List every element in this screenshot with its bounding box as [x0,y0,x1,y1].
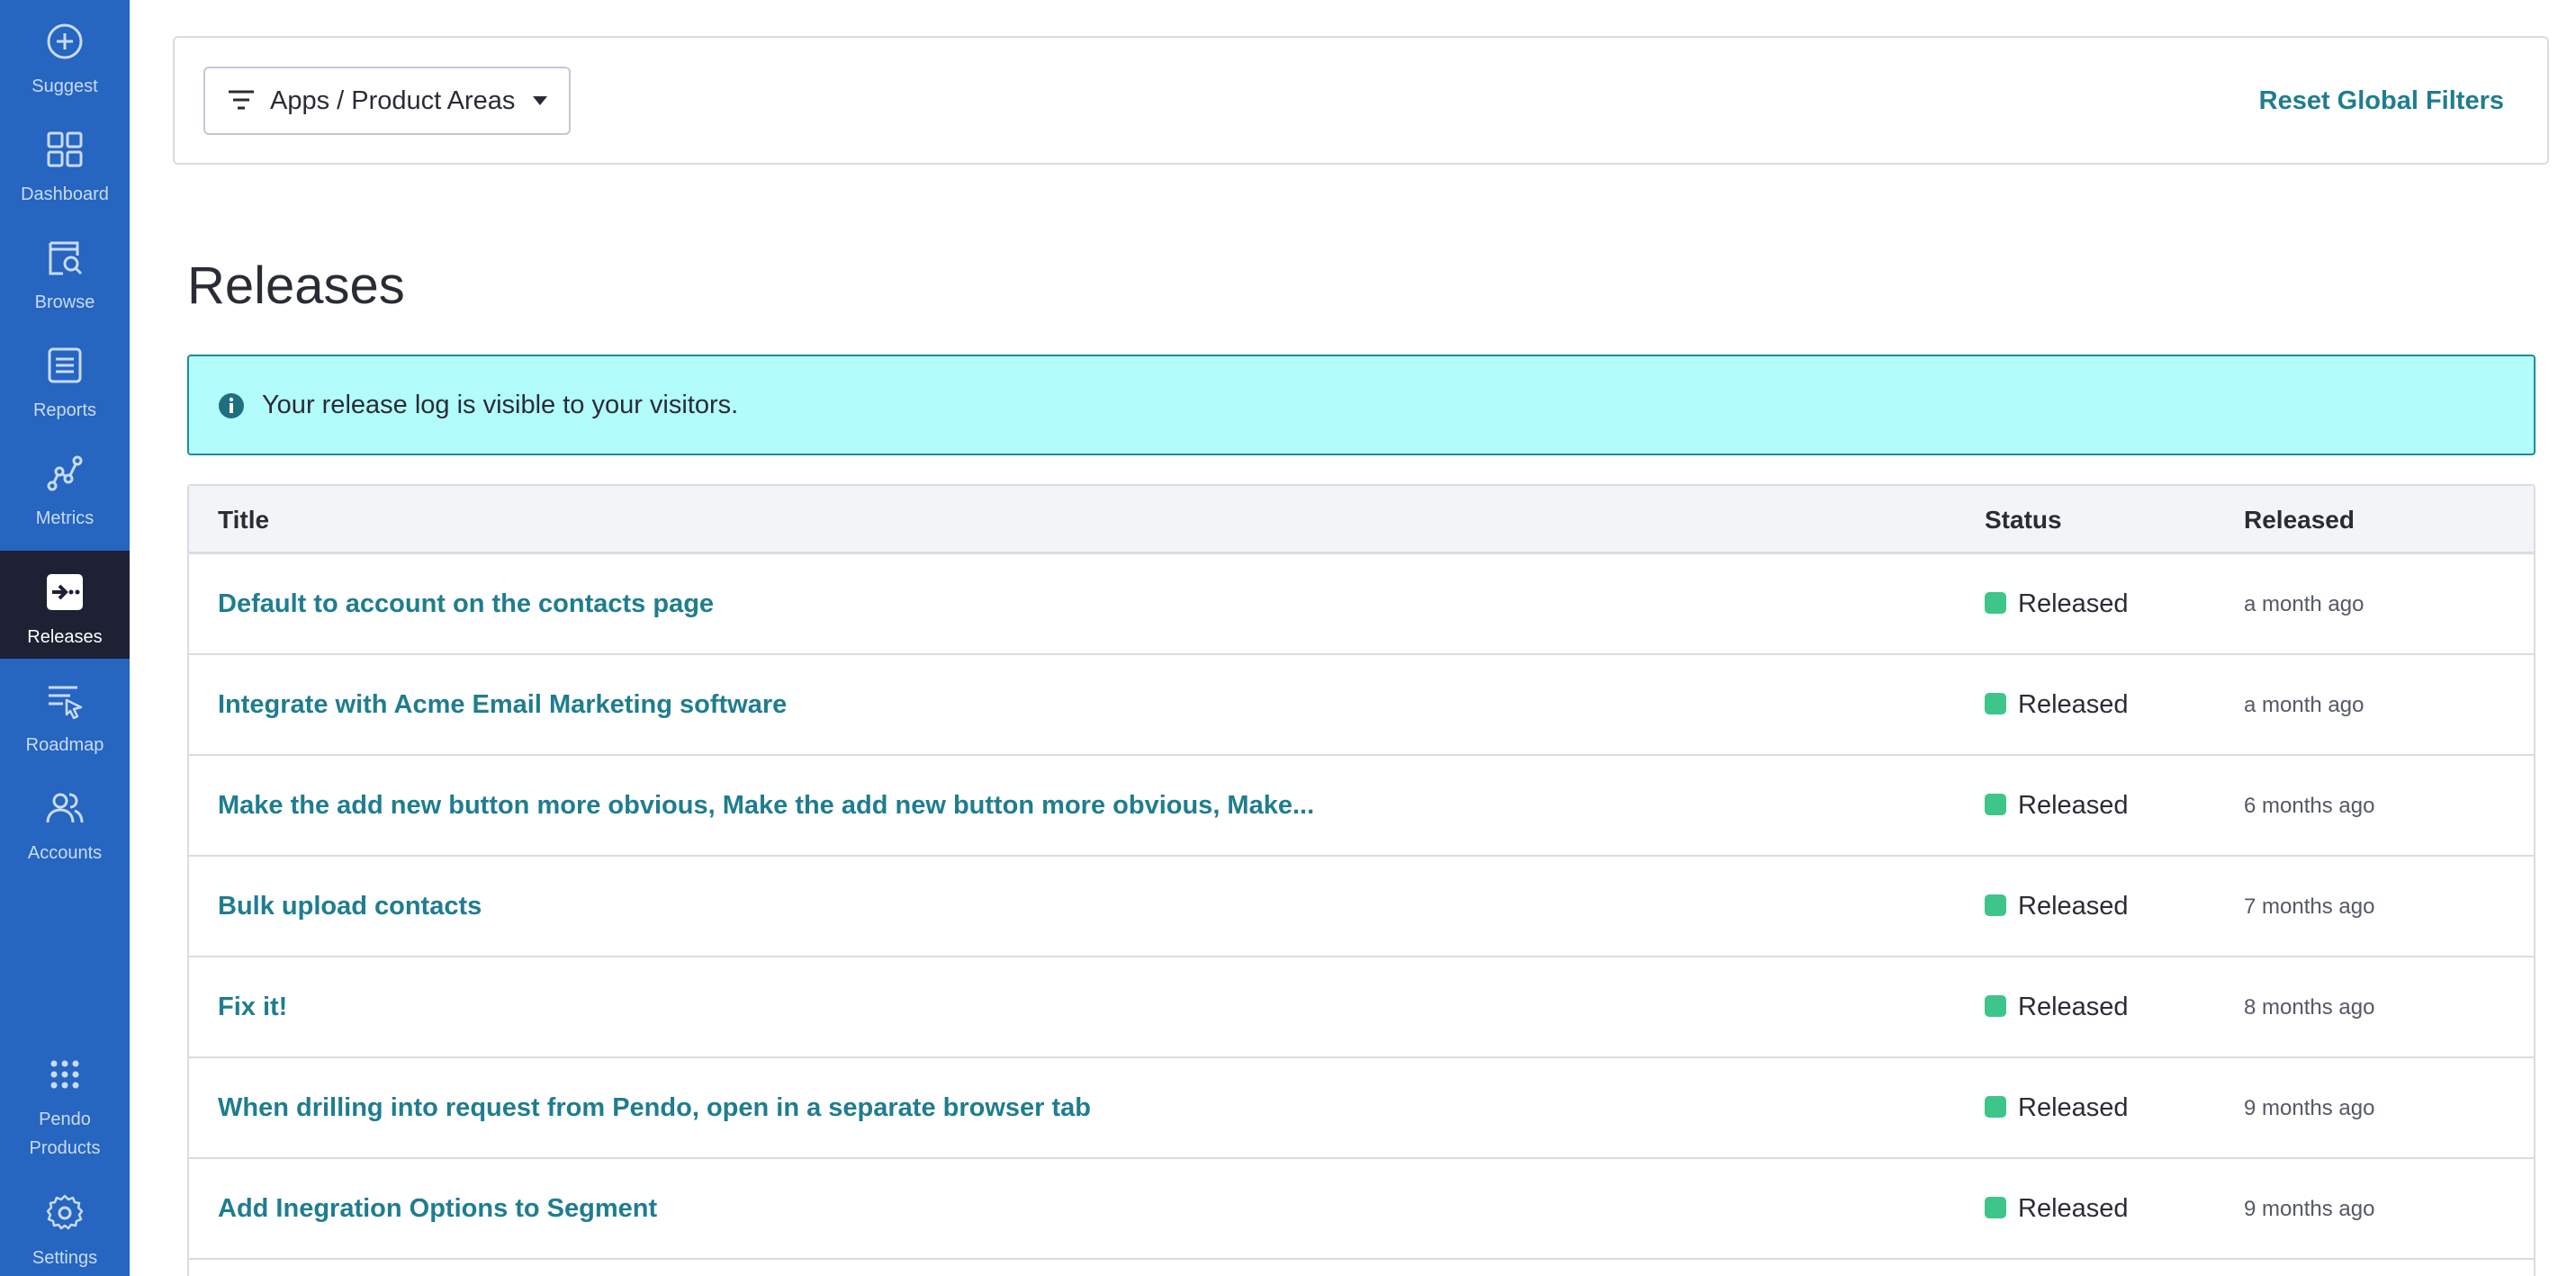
table-row: Fix it! Released 8 months ago [189,957,2534,1058]
release-title-link[interactable]: Default to account on the contacts page [218,554,714,653]
table-header: Title Status Released [189,486,2534,554]
releases-table: Title Status Released Default to account… [187,484,2535,1276]
grid-icon [47,131,83,167]
status-indicator [1985,894,2006,916]
released-date: 9 months ago [2244,1096,2375,1120]
status-text: Released [2018,892,2129,921]
table-row: Bulk upload contacts Released 7 months a… [189,857,2534,957]
column-header-title[interactable]: Title [218,486,269,554]
global-filter-bar: Apps / Product Areas Reset Global Filter… [173,36,2549,165]
sidebar-item-browse[interactable]: Browse [0,216,130,324]
gear-icon [46,1194,84,1230]
sidebar-item-releases[interactable]: Releases [0,551,130,659]
sidebar-item-label-line1: Pendo [39,1110,91,1129]
release-title-link[interactable]: Fix it! [218,957,287,1056]
apps-grid-dots-icon [50,1060,79,1089]
sidebar-item-label: Pendo Products [30,1105,101,1163]
sidebar-item-label-line2: Products [29,1138,101,1158]
sidebar-item-settings[interactable]: Settings [0,1172,130,1276]
sidebar-item-roadmap[interactable]: Roadmap [0,659,130,767]
sidebar-item-label: Releases [27,627,103,647]
status-indicator [1985,794,2006,815]
released-date: a month ago [2244,592,2364,616]
sidebar: Suggest Dashboard Browse Reports Metrics… [0,0,130,1276]
sidebar-item-label: Suggest [32,76,98,96]
sidebar-item-pendo-products[interactable]: Pendo Products [0,1033,130,1168]
sidebar-item-suggest[interactable]: Suggest [0,0,130,108]
sidebar-item-label: Browse [34,292,95,312]
reset-global-filters-link[interactable]: Reset Global Filters [2259,83,2504,119]
users-icon [46,793,84,823]
status-indicator [1985,1197,2006,1218]
release-title-link[interactable]: When drilling into request from Pendo, o… [218,1058,1091,1157]
status-text: Released [2018,589,2129,618]
sidebar-item-accounts[interactable]: Accounts [0,767,130,875]
table-row: Default to account on the contacts page … [189,554,2534,655]
released-date: 6 months ago [2244,794,2375,818]
sidebar-item-label: Metrics [35,508,95,528]
apps-product-areas-dropdown[interactable]: Apps / Product Areas [203,67,571,135]
sidebar-item-label: Dashboard [21,184,109,204]
sidebar-item-label: Roadmap [25,735,104,755]
released-date: a month ago [2244,693,2364,717]
caret-down-icon [533,96,547,105]
status-text: Released [2018,1194,2129,1223]
released-date: 7 months ago [2244,894,2375,919]
status-indicator [1985,592,2006,614]
banner-text: Your release log is visible to your visi… [262,391,739,419]
release-title-link[interactable]: Integrate with Acme Email Marketing soft… [218,655,787,754]
release-title-link[interactable]: Make the add new button more obvious, Ma… [218,756,1314,855]
sidebar-item-reports[interactable]: Reports [0,324,130,432]
releases-icon [47,574,83,610]
sidebar-item-metrics[interactable]: Metrics [0,432,130,540]
status-text: Released [2018,1093,2129,1122]
status-text: Released [2018,690,2129,719]
sidebar-item-label: Settings [32,1248,98,1268]
info-banner: Your release log is visible to your visi… [187,355,2535,455]
table-row: Integrate with Acme Email Marketing soft… [189,655,2534,756]
status-indicator [1985,693,2006,714]
roadmap-icon [49,686,83,720]
table-row: Make the add new button more obvious, Ma… [189,756,2534,857]
released-date: 9 months ago [2244,1197,2375,1221]
released-date: 8 months ago [2244,995,2375,1020]
dropdown-label: Apps / Product Areas [270,86,516,115]
browse-search-icon [49,241,83,275]
sidebar-item-label: Reports [32,400,97,420]
sidebar-item-dashboard[interactable]: Dashboard [0,108,130,216]
status-indicator [1985,995,2006,1017]
info-icon [219,393,244,418]
column-header-released[interactable]: Released [2244,486,2355,554]
filter-icon [229,90,254,110]
plus-circle-icon [47,23,83,59]
app-root: Suggest Dashboard Browse Reports Metrics… [0,0,2576,1276]
page-title: Releases [187,256,405,315]
column-header-status[interactable]: Status [1985,486,2062,554]
status-text: Released [2018,791,2129,820]
list-doc-icon [48,347,82,383]
sidebar-item-label: Accounts [27,843,103,863]
metrics-graph-icon [47,455,83,491]
table-row: Add Inegration Options to Segment Releas… [189,1159,2534,1260]
release-title-link[interactable]: Bulk upload contacts [218,857,482,956]
status-indicator [1985,1096,2006,1118]
status-text: Released [2018,993,2129,1021]
table-row: When drilling into request from Pendo, o… [189,1058,2534,1159]
release-title-link[interactable]: Add Inegration Options to Segment [218,1159,657,1258]
